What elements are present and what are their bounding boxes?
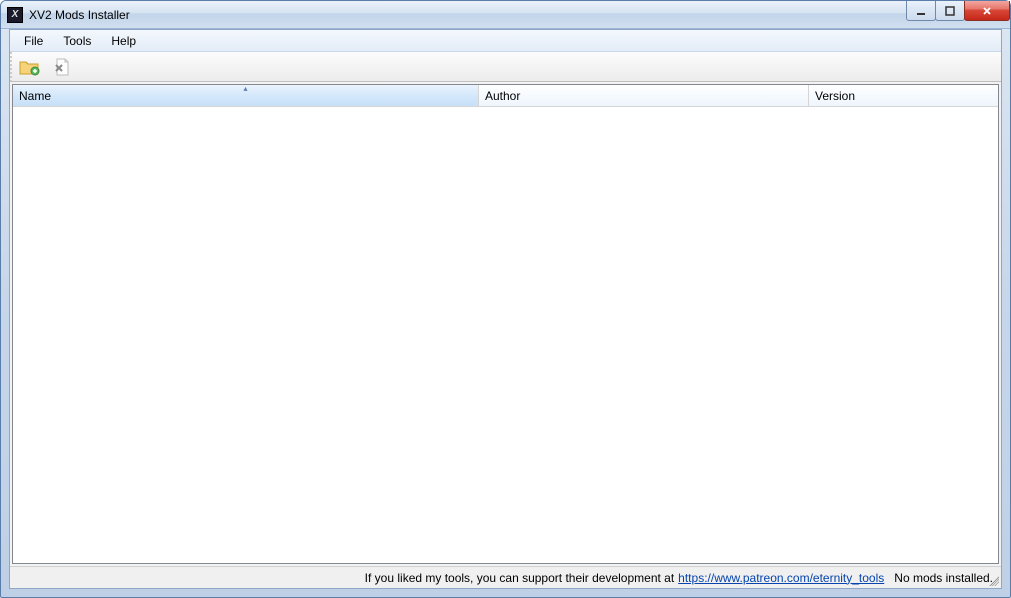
column-header-author[interactable]: Author [479, 85, 809, 106]
folder-add-icon [19, 58, 41, 76]
column-label-version: Version [815, 89, 855, 103]
column-headers: Name ▴ Author Version [13, 85, 998, 107]
titlebar[interactable]: X XV2 Mods Installer [1, 1, 1010, 29]
minimize-icon [915, 5, 927, 17]
toolbar [10, 52, 1001, 82]
menu-tools[interactable]: Tools [53, 32, 101, 50]
menu-file[interactable]: File [14, 32, 53, 50]
sort-ascending-icon: ▴ [243, 84, 247, 93]
window-title: XV2 Mods Installer [29, 8, 130, 22]
column-header-name[interactable]: Name ▴ [13, 85, 479, 106]
statusbar: If you liked my tools, you can support t… [10, 566, 1001, 588]
menu-help[interactable]: Help [101, 32, 146, 50]
column-label-name: Name [19, 89, 51, 103]
app-icon: X [7, 7, 23, 23]
window-frame: X XV2 Mods Installer File Tools Help [0, 0, 1011, 598]
close-icon [981, 5, 993, 17]
status-support-text: If you liked my tools, you can support t… [365, 571, 675, 585]
column-label-author: Author [485, 89, 520, 103]
uninstall-mod-button[interactable] [50, 55, 74, 79]
resize-grip[interactable] [987, 574, 999, 586]
close-button[interactable] [964, 1, 1010, 21]
list-body-empty [13, 107, 998, 563]
maximize-button[interactable] [935, 1, 965, 21]
mods-listview[interactable]: Name ▴ Author Version [12, 84, 999, 564]
maximize-icon [944, 5, 956, 17]
client-area: File Tools Help [9, 29, 1002, 589]
minimize-button[interactable] [906, 1, 936, 21]
install-mod-button[interactable] [18, 55, 42, 79]
column-header-version[interactable]: Version [809, 85, 998, 106]
file-delete-icon [52, 57, 72, 77]
status-mods-count: No mods installed. [894, 571, 993, 585]
patreon-link[interactable]: https://www.patreon.com/eternity_tools [678, 571, 884, 585]
window-controls [907, 1, 1010, 21]
menubar: File Tools Help [10, 30, 1001, 52]
